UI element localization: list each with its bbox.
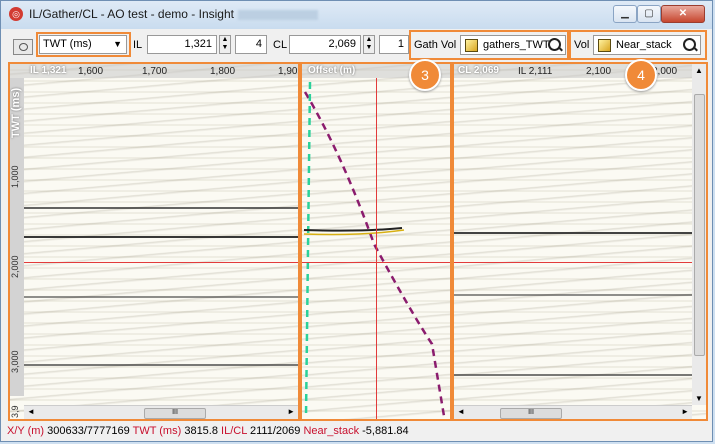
offset-header: Offset (m) — [308, 65, 356, 76]
reflector — [454, 294, 692, 296]
il-label: IL — [133, 39, 143, 51]
xtick-label: 1,800 — [210, 66, 236, 77]
reflector — [24, 236, 298, 238]
il-spinner[interactable]: ▲ ▼ — [219, 35, 231, 54]
window-title: IL/Gather/CL - AO test - demo - Insight — [29, 7, 318, 21]
yaxis-label: TWT (ms) — [10, 87, 22, 138]
cl-input[interactable]: 2,069 — [289, 35, 361, 54]
reflector — [454, 374, 692, 376]
ytick-label: 3,9 — [10, 405, 20, 418]
vol-label: Vol — [574, 39, 590, 51]
volume-cube-icon — [598, 39, 611, 52]
scroll-right-icon[interactable]: ► — [681, 407, 689, 416]
crosshair-horizontal — [24, 262, 298, 263]
callout-badge: 3 — [409, 59, 441, 91]
horizontal-scrollbar[interactable]: ◄ III ► — [454, 405, 692, 419]
status-xy-label: X/Y (m) — [7, 425, 45, 437]
chevron-down-icon: ▼ — [113, 39, 122, 49]
cl-step-input[interactable]: 1 — [379, 35, 409, 54]
crosshair-vertical — [376, 78, 377, 419]
xtick-label: IL 2,111 — [518, 66, 553, 77]
app-logo-icon: ◎ — [9, 7, 23, 21]
search-icon[interactable] — [548, 38, 561, 51]
status-vol-label: Near_stack — [303, 425, 360, 437]
cl-label: CL — [273, 39, 288, 51]
ytick-label: 3,000 — [10, 350, 20, 373]
status-bar: X/Y (m) 300633/7777169 TWT (ms) 3815.8 I… — [1, 421, 712, 441]
mute-line — [304, 81, 312, 417]
scroll-right-icon[interactable]: ► — [287, 407, 295, 416]
redacted-text — [237, 9, 318, 20]
gather-panel[interactable]: Offset (m) — [302, 64, 450, 419]
xtick-label: 1,700 — [142, 66, 168, 77]
inline-panel[interactable]: TWT (ms) 1,000 2,000 3,000 3,9 IL 1,321 … — [10, 64, 298, 419]
gath-vol-field[interactable]: gathers_TWT — [460, 35, 566, 55]
crossline-panel[interactable]: CL 2,069 IL 2,111 2,100 2,000 ▲ ▼ ◄ III … — [454, 64, 706, 419]
reflector — [24, 296, 298, 298]
status-twt-value: 3815.8 — [184, 425, 218, 437]
callout-badge: 4 — [625, 59, 657, 91]
main-window: ◎ IL/Gather/CL - AO test - demo - Insigh… — [0, 0, 713, 442]
domain-select[interactable]: TWT (ms) ▼ — [39, 35, 127, 54]
status-vol-value: -5,881.84 — [362, 425, 409, 437]
crosshair-horizontal — [454, 262, 692, 263]
close-button[interactable]: ✕ — [661, 5, 705, 23]
scroll-down-icon[interactable]: ▼ — [695, 394, 703, 403]
gath-vol-label: Gath Vol — [414, 39, 457, 51]
scrollbar-thumb[interactable]: III — [500, 408, 562, 419]
toolbar: TWT (ms) ▼ IL 1,321 ▲ ▼ 4 CL 2,069 ▲ ▼ 1 Ga… — [1, 29, 712, 63]
xtick-label: 2,100 — [586, 66, 612, 77]
reflector — [24, 364, 298, 366]
scroll-left-icon[interactable]: ◄ — [27, 407, 35, 416]
vertical-scrollbar[interactable]: ▲ ▼ — [692, 64, 706, 405]
scroll-up-icon[interactable]: ▲ — [695, 66, 703, 75]
ytick-label: 2,000 — [10, 255, 20, 278]
screenshot-icon[interactable] — [13, 39, 33, 55]
panel-header: CL 2,069 IL 2,111 2,100 2,000 — [454, 64, 706, 78]
velocity-curve — [303, 91, 446, 417]
volume-cube-icon — [465, 39, 478, 52]
status-ilcl-label: IL/CL — [221, 425, 247, 437]
scrollbar-thumb[interactable] — [694, 94, 705, 356]
horizontal-scrollbar[interactable]: ◄ III ► — [24, 405, 298, 419]
seismic-section[interactable] — [454, 64, 706, 419]
status-xy-value: 300633/7777169 — [47, 425, 130, 437]
inline-header: IL 1,321 — [30, 65, 67, 76]
status-twt-label: TWT (ms) — [132, 425, 182, 437]
reflector — [24, 207, 298, 209]
il-input[interactable]: 1,321 — [147, 35, 217, 54]
ytick-label: 1,000 — [10, 165, 20, 188]
il-step-input[interactable]: 4 — [235, 35, 267, 54]
cl-spinner[interactable]: ▲ ▼ — [363, 35, 375, 54]
vol-field[interactable]: Near_stack — [593, 35, 701, 55]
reflector — [303, 227, 403, 232]
reflector — [454, 232, 692, 234]
scrollbar-thumb[interactable]: III — [144, 408, 206, 419]
search-icon[interactable] — [683, 38, 696, 51]
panel-header: IL 1,321 1,600 1,700 1,800 1,90 — [10, 64, 298, 78]
xtick-label: 1,90 — [278, 66, 298, 77]
crossline-header: CL 2,069 — [458, 65, 499, 76]
crosshair-horizontal — [302, 262, 450, 263]
twt-axis: TWT (ms) 1,000 2,000 3,000 3,9 — [10, 78, 24, 418]
scroll-left-icon[interactable]: ◄ — [457, 407, 465, 416]
status-ilcl-value: 2111/2069 — [250, 425, 301, 437]
minimize-button[interactable]: ▁ — [613, 5, 637, 23]
xtick-label: 1,600 — [78, 66, 104, 77]
title-bar: ◎ IL/Gather/CL - AO test - demo - Insigh… — [1, 1, 712, 29]
maximize-button[interactable]: ▢ — [637, 5, 661, 23]
